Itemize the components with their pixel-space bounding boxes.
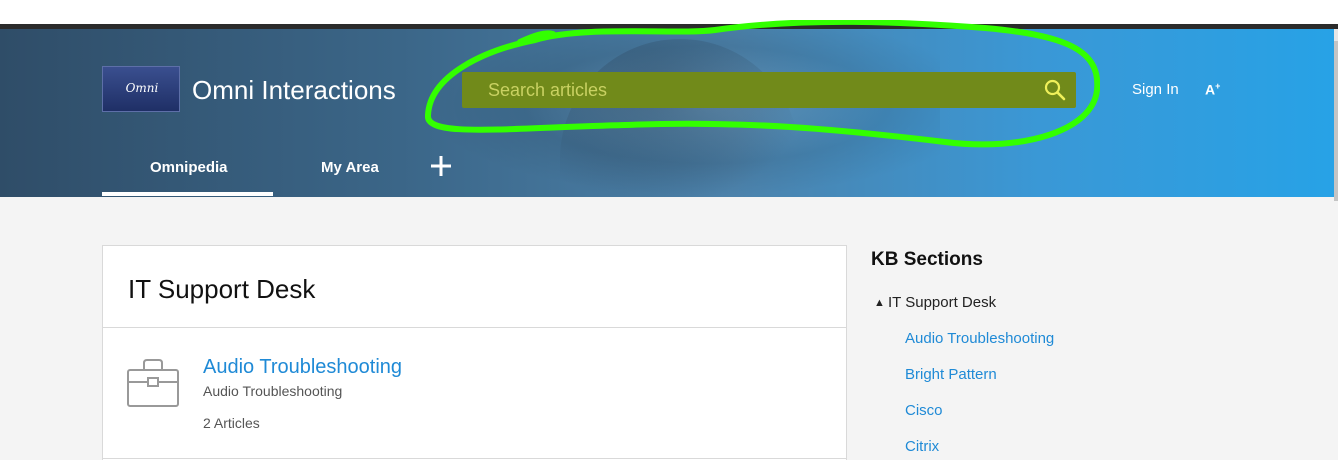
briefcase-icon: [127, 359, 179, 407]
tab-omnipedia[interactable]: Omnipedia: [150, 159, 228, 176]
sign-in-link[interactable]: Sign In: [1132, 81, 1179, 98]
search-icon[interactable]: [1043, 78, 1067, 102]
tab-my-area[interactable]: My Area: [321, 159, 379, 176]
section-panel: IT Support Desk Audio Troubleshooting Au…: [102, 245, 847, 460]
kb-link-audio-troubleshooting[interactable]: Audio Troubleshooting: [905, 330, 1054, 347]
kb-sections-heading: KB Sections: [871, 249, 983, 270]
kb-link-bright-pattern[interactable]: Bright Pattern: [905, 366, 997, 383]
top-white-strip: [0, 0, 1338, 24]
search-input[interactable]: [462, 72, 1032, 108]
kb-parent-label: IT Support Desk: [888, 294, 997, 311]
caret-up-icon: ▲: [874, 297, 885, 309]
panel-title: IT Support Desk: [128, 274, 316, 304]
article-count: 2 Articles: [203, 415, 260, 431]
divider: [103, 458, 846, 459]
kb-link-citrix[interactable]: Citrix: [905, 438, 939, 455]
search-box: [462, 72, 1076, 108]
section-description: Audio Troubleshooting: [203, 383, 343, 399]
scrollbar-thumb[interactable]: [1334, 41, 1338, 201]
plus-icon[interactable]: [429, 154, 453, 178]
site-title[interactable]: Omni Interactions: [192, 75, 396, 106]
active-tab-indicator: [102, 192, 273, 196]
site-logo[interactable]: Omni: [102, 66, 180, 112]
kb-link-cisco[interactable]: Cisco: [905, 402, 943, 419]
logo-text: Omni: [125, 81, 159, 95]
section-title-link[interactable]: Audio Troubleshooting: [203, 356, 402, 379]
kb-parent-section[interactable]: ▲ IT Support Desk: [874, 294, 996, 311]
text-size-icon[interactable]: A+: [1205, 81, 1220, 98]
scrollbar-track[interactable]: [1334, 29, 1338, 201]
header-banner: Omni Omni Interactions Sign In A+ Omnipe…: [0, 29, 1334, 197]
divider: [103, 327, 846, 328]
